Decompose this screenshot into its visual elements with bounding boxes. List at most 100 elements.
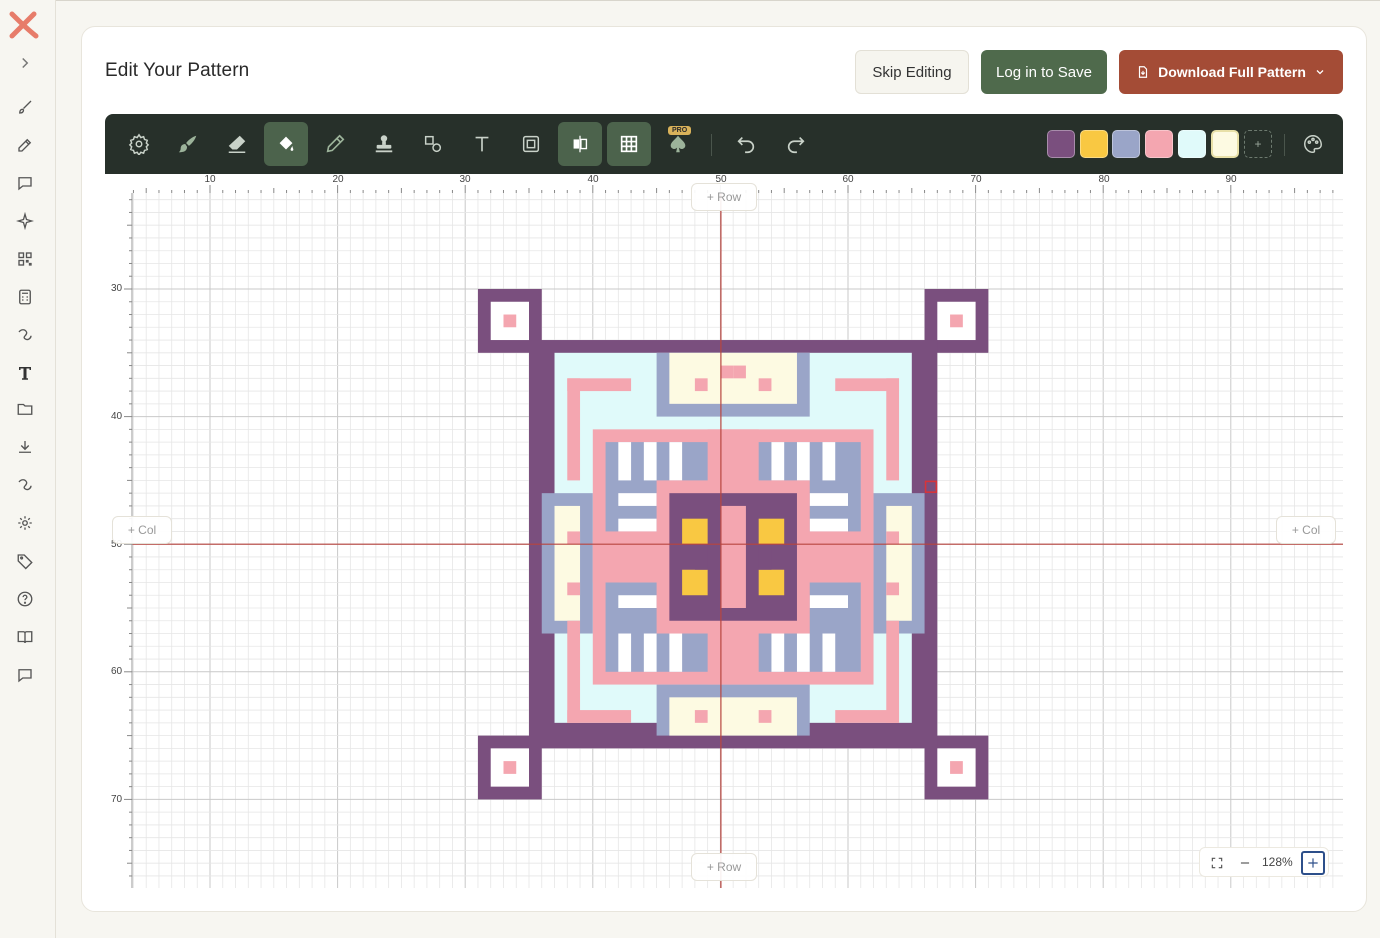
- pink-bracket[interactable]: [567, 378, 581, 481]
- fullscreen-icon[interactable]: [1205, 851, 1229, 875]
- help-icon[interactable]: [14, 588, 36, 610]
- white-stripe[interactable]: [618, 595, 657, 608]
- yarn2-icon[interactable]: [14, 474, 36, 496]
- pink-dot[interactable]: [886, 531, 900, 545]
- pink-dot[interactable]: [720, 365, 734, 379]
- download-full-pattern-button[interactable]: Download Full Pattern: [1119, 50, 1343, 94]
- motif-cream-left[interactable]: [554, 505, 581, 621]
- chat-icon[interactable]: [14, 664, 36, 686]
- add-col-left-button[interactable]: + Col: [112, 516, 172, 544]
- white-stripe[interactable]: [796, 633, 810, 672]
- white-stripe[interactable]: [809, 595, 848, 608]
- zoom-out-icon[interactable]: [1233, 851, 1257, 875]
- yellow-petal[interactable]: [758, 569, 785, 596]
- pink-dot[interactable]: [694, 378, 708, 392]
- comment-icon[interactable]: [14, 172, 36, 194]
- download-icon[interactable]: [14, 436, 36, 458]
- color-swatch-pink[interactable]: [1145, 130, 1173, 158]
- corner-square-dot[interactable]: [950, 761, 963, 774]
- white-stripe[interactable]: [643, 442, 657, 481]
- corner-square-dot[interactable]: [950, 314, 963, 328]
- motif-cream-right[interactable]: [886, 505, 912, 621]
- app-logo[interactable]: [8, 10, 40, 40]
- white-stripe[interactable]: [618, 518, 657, 532]
- add-col-right-button[interactable]: + Col: [1276, 516, 1336, 544]
- spade-tool-icon[interactable]: PRO: [656, 122, 700, 166]
- grid-tool-icon[interactable]: [607, 122, 651, 166]
- white-stripe[interactable]: [771, 633, 785, 672]
- white-stripe[interactable]: [809, 493, 848, 506]
- corner-square-dot[interactable]: [503, 761, 517, 774]
- white-stripe[interactable]: [822, 633, 836, 672]
- white-stripe[interactable]: [669, 633, 683, 672]
- eyedropper-tool-icon[interactable]: [313, 122, 357, 166]
- pink-dot[interactable]: [758, 710, 772, 723]
- eraser-tool-icon[interactable]: [215, 122, 259, 166]
- white-stripe[interactable]: [796, 442, 810, 481]
- folder-icon[interactable]: [14, 398, 36, 420]
- chevron-right-icon[interactable]: [14, 52, 36, 74]
- center-purple[interactable]: [758, 544, 772, 570]
- white-stripe[interactable]: [618, 633, 632, 672]
- pink-dot[interactable]: [733, 365, 746, 379]
- white-stripe[interactable]: [771, 442, 785, 481]
- book-icon[interactable]: [14, 626, 36, 648]
- qr-icon[interactable]: [14, 248, 36, 270]
- add-row-bottom-button[interactable]: + Row: [691, 853, 757, 881]
- white-stripe[interactable]: [643, 633, 657, 672]
- palette-icon[interactable]: [1299, 130, 1327, 158]
- pink-dot[interactable]: [886, 582, 900, 596]
- white-stripe[interactable]: [809, 518, 848, 532]
- log-in-to-save-button[interactable]: Log in to Save: [981, 50, 1107, 94]
- brush-icon[interactable]: [14, 96, 36, 118]
- white-stripe[interactable]: [618, 493, 657, 506]
- color-swatch-purple[interactable]: [1047, 130, 1075, 158]
- color-swatch-mint[interactable]: [1178, 130, 1206, 158]
- undo-icon[interactable]: [724, 122, 768, 166]
- add-row-top-button[interactable]: + Row: [691, 183, 757, 211]
- mirror-tool-icon[interactable]: [558, 122, 602, 166]
- pattern-grid[interactable]: [105, 174, 1343, 888]
- stamp-tool-icon[interactable]: [362, 122, 406, 166]
- brush-tool-icon[interactable]: [166, 122, 210, 166]
- corner-square-dot[interactable]: [503, 314, 517, 328]
- white-stripe[interactable]: [669, 442, 683, 481]
- redo-icon[interactable]: [774, 122, 818, 166]
- zoom-in-icon[interactable]: [1301, 851, 1325, 875]
- color-swatch-cream[interactable]: [1211, 130, 1239, 158]
- color-swatch-periwinkle[interactable]: [1112, 130, 1140, 158]
- yarn-icon[interactable]: [14, 324, 36, 346]
- white-stripe[interactable]: [618, 442, 632, 481]
- sparkle-icon[interactable]: [14, 210, 36, 232]
- yellow-petal[interactable]: [682, 569, 708, 596]
- pink-bracket[interactable]: [886, 378, 900, 481]
- motif-cream-top[interactable]: [669, 352, 797, 404]
- fill-bucket-tool-icon[interactable]: [264, 122, 308, 166]
- pink-bracket[interactable]: [886, 620, 900, 723]
- settings-tool-icon[interactable]: [117, 122, 161, 166]
- motif-cream-bottom[interactable]: [669, 697, 797, 736]
- edit-icon[interactable]: [14, 134, 36, 156]
- pink-dot[interactable]: [758, 378, 772, 392]
- pink-dot[interactable]: [567, 582, 581, 596]
- frame-tool-icon[interactable]: [509, 122, 553, 166]
- ruler-left-label: 70: [111, 794, 123, 805]
- center-purple[interactable]: [694, 544, 708, 570]
- pattern-canvas[interactable]: 10 20 30 40 50 60 70 80 90 30 40 50 60 7…: [105, 174, 1343, 888]
- shapes-tool-icon[interactable]: [411, 122, 455, 166]
- skip-editing-button[interactable]: Skip Editing: [855, 50, 969, 94]
- color-swatch-yellow[interactable]: [1080, 130, 1108, 158]
- pink-dot[interactable]: [567, 531, 581, 545]
- center-pink-bar[interactable]: [720, 505, 746, 608]
- calculator-icon[interactable]: [14, 286, 36, 308]
- pink-dot[interactable]: [694, 710, 708, 723]
- yellow-petal[interactable]: [682, 518, 708, 545]
- add-color-button[interactable]: +: [1244, 130, 1272, 158]
- text-tool-icon[interactable]: [14, 362, 36, 384]
- yellow-petal[interactable]: [758, 518, 785, 545]
- white-stripe[interactable]: [822, 442, 836, 481]
- pink-bracket[interactable]: [567, 620, 581, 723]
- text-tool-icon[interactable]: [460, 122, 504, 166]
- settings-icon[interactable]: [14, 512, 36, 534]
- tag-icon[interactable]: [14, 550, 36, 572]
